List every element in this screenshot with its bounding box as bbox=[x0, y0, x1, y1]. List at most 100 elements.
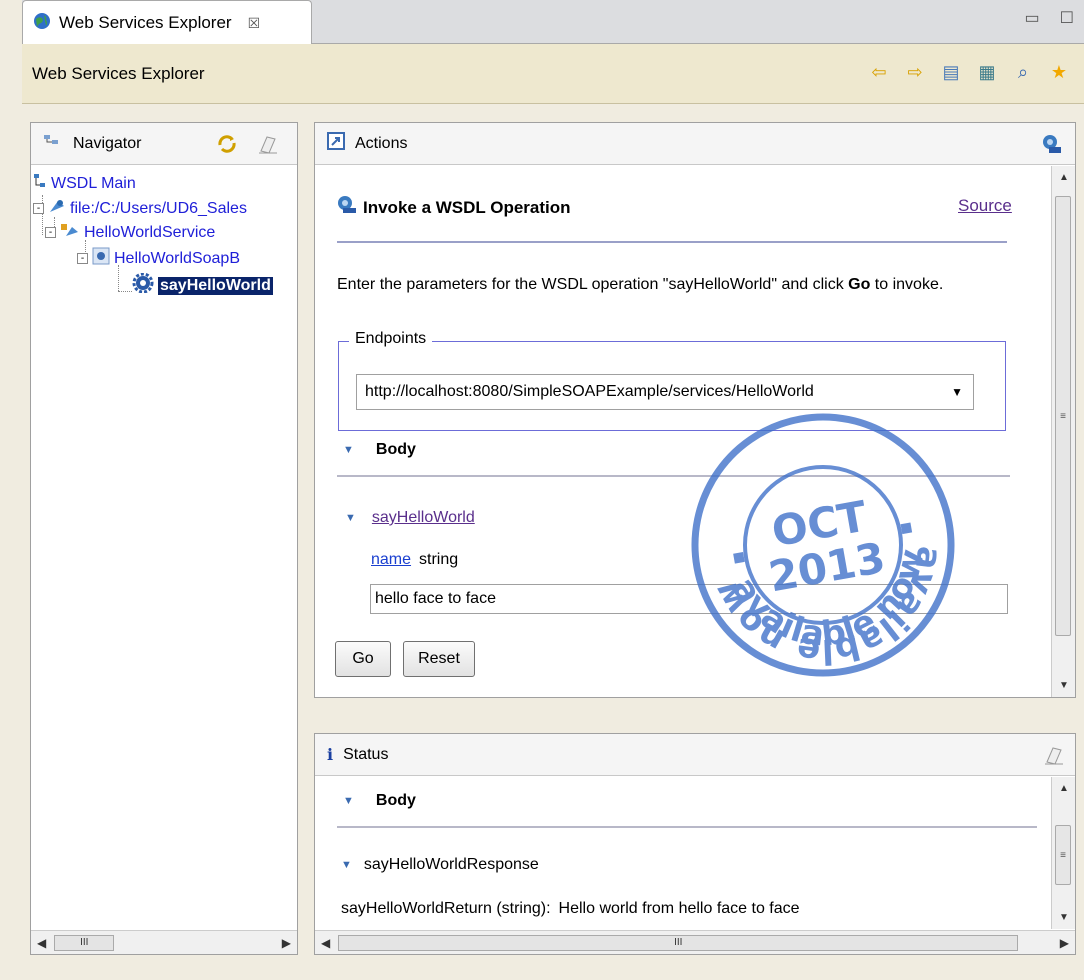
instruction-go: Go bbox=[848, 276, 871, 293]
tree-node-wsdl-main[interactable]: WSDL Main bbox=[33, 173, 136, 194]
body-section-header[interactable]: ▼ Body bbox=[343, 441, 416, 459]
globe-icon bbox=[33, 12, 51, 35]
param-type: string bbox=[419, 551, 459, 568]
instruction-part: to invoke. bbox=[870, 276, 944, 293]
collapse-triangle-icon[interactable]: ▼ bbox=[345, 512, 356, 524]
scroll-thumb[interactable]: ≡ bbox=[1055, 196, 1071, 636]
minimize-icon[interactable]: ▭ bbox=[1025, 8, 1040, 28]
param-name-link[interactable]: name bbox=[371, 551, 411, 569]
collapse-triangle-icon[interactable]: ▼ bbox=[341, 859, 352, 871]
scroll-right-icon[interactable]: ▶ bbox=[282, 936, 291, 950]
navigator-hscrollbar[interactable]: ◀ III ▶ bbox=[31, 930, 297, 954]
endpoint-value: http://localhost:8080/SimpleSOAPExample/… bbox=[365, 383, 814, 400]
actions-title: Actions bbox=[355, 134, 408, 152]
tree-node-file[interactable]: - file:/C:/Users/UD6_Sales bbox=[33, 198, 247, 219]
scroll-right-icon[interactable]: ▶ bbox=[1060, 936, 1069, 950]
endpoints-legend: Endpoints bbox=[349, 330, 433, 348]
tree-node-operation[interactable]: sayHelloWorld bbox=[132, 272, 273, 298]
status-hscrollbar[interactable]: ◀ III ▶ bbox=[315, 930, 1075, 954]
tree-node-binding[interactable]: - HelloWorldSoapB bbox=[77, 247, 240, 270]
return-row: sayHelloWorldReturn (string): Hello worl… bbox=[341, 900, 800, 918]
wsdl-file-icon bbox=[48, 198, 66, 219]
navigator-tree: WSDL Main - file:/C:/Users/UD6_Sales - H… bbox=[31, 165, 297, 295]
actions-panel: Actions ▲ ≡ ▼ Invoke a WSDL Operation So… bbox=[314, 122, 1076, 698]
toolbar: ⇦ ⇨ ▤ ▦ ⌕ ★ bbox=[868, 61, 1070, 83]
status-separator bbox=[337, 826, 1037, 828]
tree-label: WSDL Main bbox=[51, 174, 136, 192]
eraser-icon[interactable] bbox=[257, 133, 279, 160]
status-title: Status bbox=[343, 745, 389, 763]
scroll-left-icon[interactable]: ◀ bbox=[37, 936, 46, 950]
scroll-up-icon[interactable]: ▲ bbox=[1052, 172, 1076, 183]
editor-tab-strip: Web Services Explorer ☒ ▭ ☐ bbox=[22, 0, 1084, 45]
response-label: sayHelloWorldResponse bbox=[363, 856, 539, 873]
scroll-thumb[interactable]: III bbox=[338, 934, 1019, 951]
info-icon: i bbox=[327, 745, 334, 764]
invoke-title: Invoke a WSDL Operation bbox=[363, 197, 571, 217]
tab-web-services-explorer[interactable]: Web Services Explorer ☒ bbox=[22, 0, 312, 45]
navigator-header: Navigator bbox=[31, 123, 297, 165]
navigator-icon bbox=[43, 134, 63, 153]
collapse-triangle-icon[interactable]: ▼ bbox=[343, 444, 354, 456]
scroll-down-icon[interactable]: ▼ bbox=[1052, 912, 1076, 923]
tab-title: Web Services Explorer bbox=[59, 13, 232, 32]
navigator-title: Navigator bbox=[73, 134, 142, 152]
scroll-thumb[interactable]: III bbox=[54, 934, 115, 951]
status-body-label: Body bbox=[375, 792, 416, 809]
close-tab-icon[interactable]: ☒ bbox=[248, 15, 261, 32]
maximize-icon[interactable]: ☐ bbox=[1060, 8, 1074, 28]
source-link[interactable]: Source bbox=[958, 196, 1012, 216]
collapse-triangle-icon[interactable]: ▼ bbox=[343, 795, 354, 807]
back-arrow-icon[interactable]: ⇦ bbox=[868, 61, 890, 83]
body-separator bbox=[337, 475, 1010, 477]
operation-link[interactable]: sayHelloWorld bbox=[372, 509, 475, 527]
uddi-page-icon[interactable]: ▦ bbox=[976, 61, 998, 83]
param-value-input[interactable]: hello face to face bbox=[370, 584, 1008, 614]
status-vscrollbar[interactable]: ▲ ≡ ▼ bbox=[1051, 777, 1075, 929]
explorer-titlebar: Web Services Explorer ⇦ ⇨ ▤ ▦ ⌕ ★ bbox=[22, 44, 1084, 104]
reset-button[interactable]: Reset bbox=[403, 641, 475, 677]
scroll-down-icon[interactable]: ▼ bbox=[1052, 680, 1076, 691]
invoke-heading: Invoke a WSDL Operation bbox=[337, 195, 571, 220]
instruction-text: Enter the parameters for the WSDL operat… bbox=[337, 273, 1037, 297]
scroll-left-icon[interactable]: ◀ bbox=[321, 936, 330, 950]
tree-label-selected: sayHelloWorld bbox=[158, 276, 273, 295]
tree-label: file:/C:/Users/UD6_Sales bbox=[70, 199, 247, 217]
service-icon bbox=[60, 222, 80, 243]
refresh-icon[interactable] bbox=[216, 133, 238, 160]
wsil-page-icon[interactable]: ⌕ bbox=[1012, 61, 1034, 83]
scroll-up-icon[interactable]: ▲ bbox=[1052, 783, 1076, 794]
wsdl-main-icon bbox=[33, 173, 47, 194]
favorites-star-icon[interactable]: ★ bbox=[1048, 61, 1070, 83]
chevron-down-icon[interactable]: ▼ bbox=[951, 385, 963, 399]
navigator-panel: Navigator WSDL Main - file:/C:/Users/UD6… bbox=[30, 122, 298, 955]
actions-vscrollbar[interactable]: ▲ ≡ ▼ bbox=[1051, 166, 1075, 697]
invoke-icon bbox=[337, 195, 357, 220]
status-body-header[interactable]: ▼ Body bbox=[343, 792, 416, 810]
heading-separator bbox=[337, 241, 1007, 243]
page-title: Web Services Explorer bbox=[32, 63, 205, 83]
collapse-icon[interactable]: - bbox=[45, 227, 56, 238]
wsdl-globe-icon[interactable] bbox=[1041, 133, 1063, 160]
endpoint-select[interactable]: http://localhost:8080/SimpleSOAPExample/… bbox=[356, 374, 974, 410]
collapse-icon[interactable]: - bbox=[77, 253, 88, 264]
operation-row: ▼ sayHelloWorld bbox=[345, 509, 475, 527]
tree-node-service[interactable]: - HelloWorldService bbox=[45, 222, 215, 243]
return-value: Hello world from hello face to face bbox=[558, 900, 800, 917]
actions-header: Actions bbox=[315, 123, 1075, 165]
response-row: ▼ sayHelloWorldResponse bbox=[341, 856, 539, 874]
body-label: Body bbox=[375, 441, 416, 458]
operation-gear-icon bbox=[132, 272, 154, 298]
tree-label: HelloWorldService bbox=[84, 223, 216, 241]
expand-icon[interactable]: - bbox=[33, 203, 44, 214]
eraser-icon[interactable] bbox=[1043, 744, 1065, 771]
tree-label: HelloWorldSoapB bbox=[114, 249, 240, 267]
scroll-thumb[interactable]: ≡ bbox=[1055, 825, 1071, 885]
go-button[interactable]: Go bbox=[335, 641, 391, 677]
instruction-part: Enter the parameters for the WSDL operat… bbox=[337, 276, 849, 293]
binding-icon bbox=[92, 247, 110, 270]
return-label: sayHelloWorldReturn (string): bbox=[341, 900, 551, 917]
forward-arrow-icon[interactable]: ⇨ bbox=[904, 61, 926, 83]
wsdl-page-icon[interactable]: ▤ bbox=[940, 61, 962, 83]
actions-icon bbox=[327, 132, 345, 155]
